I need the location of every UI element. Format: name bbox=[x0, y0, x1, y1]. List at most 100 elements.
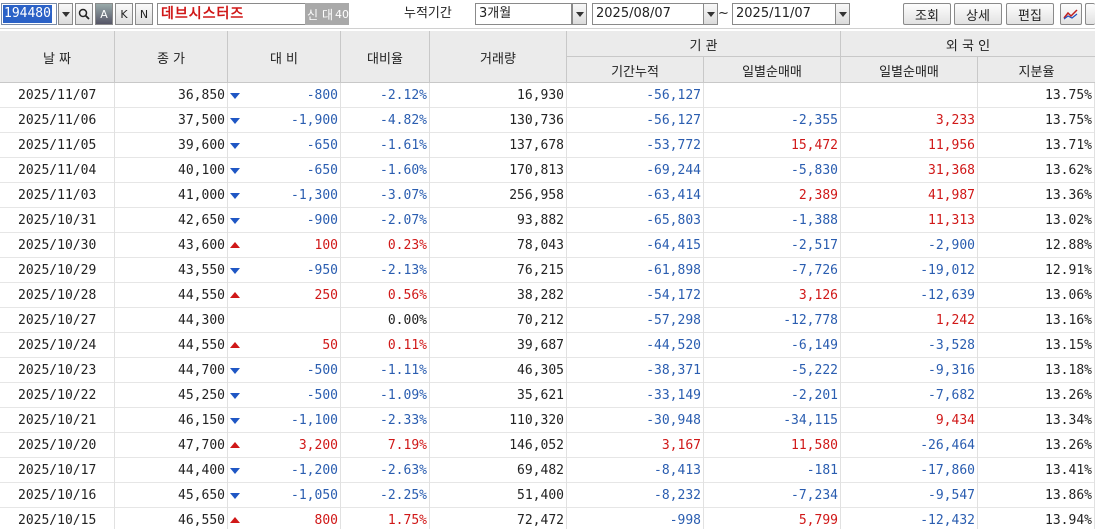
cell-close: 44,700 bbox=[115, 358, 228, 383]
cell-value: -998 bbox=[669, 513, 701, 528]
header-institution: 기 관 bbox=[567, 31, 841, 57]
cell-date: 2025/10/31 bbox=[0, 208, 115, 233]
cell-inst-cum: -64,415 bbox=[567, 233, 704, 258]
date-to-dropdown-button[interactable] bbox=[835, 3, 850, 25]
detail-button[interactable]: 상세 bbox=[954, 3, 1002, 25]
table-row[interactable]: 2025/10/27 44,300 0.00% 70,212 -57,298 -12,77… bbox=[0, 308, 1095, 333]
cell-change: 50 bbox=[228, 333, 341, 358]
header-change-rate: 대비율 bbox=[341, 31, 430, 83]
header-inst-cumulative: 기간누적 bbox=[567, 57, 704, 83]
cell-frgn-share: 13.94% bbox=[978, 508, 1095, 529]
cell-value: 13.62% bbox=[1045, 163, 1092, 178]
table-row[interactable]: 2025/10/24 44,550 50 0.11% 39,687 -44,520 -6,1… bbox=[0, 333, 1095, 358]
cell-value: -2,517 bbox=[791, 238, 838, 253]
chart-button[interactable] bbox=[1060, 3, 1082, 25]
cell-rate: 0.56% bbox=[341, 283, 430, 308]
cell-value: 13.71% bbox=[1045, 138, 1092, 153]
edit-button[interactable]: 편집 bbox=[1006, 3, 1054, 25]
cell-value: 13.94% bbox=[1045, 513, 1092, 528]
cell-inst-daily: -7,234 bbox=[704, 483, 841, 508]
cell-close: 44,300 bbox=[115, 308, 228, 333]
cell-value: -12,639 bbox=[920, 288, 975, 303]
cell-value: 69,482 bbox=[517, 463, 564, 478]
cell-inst-cum: -56,127 bbox=[567, 83, 704, 108]
table-row[interactable]: 2025/10/15 46,550 800 1.75% 72,472 -998 5,799 -… bbox=[0, 508, 1095, 529]
cell-inst-daily bbox=[704, 83, 841, 108]
date-from-dropdown-button[interactable] bbox=[703, 3, 718, 25]
table-row[interactable]: 2025/10/30 43,600 100 0.23% 78,043 -64,415 -2,… bbox=[0, 233, 1095, 258]
table-row[interactable]: 2025/10/22 45,250 -500 -1.09% 35,621 -33,149 -… bbox=[0, 383, 1095, 408]
chevron-down-icon bbox=[575, 11, 584, 17]
cell-frgn-share: 13.16% bbox=[978, 308, 1095, 333]
table-row[interactable]: 2025/10/31 42,650 -900 -2.07% 93,882 -65,803 -… bbox=[0, 208, 1095, 233]
cell-value: -1,050 bbox=[291, 488, 338, 503]
table-row[interactable]: 2025/11/06 37,500 -1,900 -4.82% 130,736 -56,1… bbox=[0, 108, 1095, 133]
header-volume: 거래량 bbox=[430, 31, 567, 83]
cell-date: 2025/11/05 bbox=[0, 133, 115, 158]
cell-volume: 130,736 bbox=[430, 108, 567, 133]
cell-value: 146,052 bbox=[509, 438, 564, 453]
table-row[interactable]: 2025/10/21 46,150 -1,100 -2.33% 110,320 -30,9… bbox=[0, 408, 1095, 433]
cell-value: -2,201 bbox=[791, 388, 838, 403]
cell-close: 46,150 bbox=[115, 408, 228, 433]
cell-change: 800 bbox=[228, 508, 341, 529]
cell-volume: 38,282 bbox=[430, 283, 567, 308]
table-row[interactable]: 2025/10/17 44,400 -1,200 -2.63% 69,482 -8,413… bbox=[0, 458, 1095, 483]
query-button[interactable]: 조회 bbox=[903, 3, 951, 25]
cell-value: 1.75% bbox=[387, 513, 427, 528]
cell-value: -54,172 bbox=[646, 288, 701, 303]
cell-value: -2.13% bbox=[380, 263, 427, 278]
cell-value: 2025/10/30 bbox=[18, 238, 97, 253]
table-row[interactable]: 2025/10/16 45,650 -1,050 -2.25% 51,400 -8,232… bbox=[0, 483, 1095, 508]
search-button[interactable] bbox=[75, 3, 93, 25]
cell-inst-daily: -7,726 bbox=[704, 258, 841, 283]
cell-change: -650 bbox=[228, 158, 341, 183]
cell-volume: 78,043 bbox=[430, 233, 567, 258]
cell-rate: -2.33% bbox=[341, 408, 430, 433]
cell-rate: -1.60% bbox=[341, 158, 430, 183]
more-button[interactable] bbox=[1085, 3, 1095, 25]
cell-value: -650 bbox=[306, 138, 338, 153]
date-from-input[interactable]: 2025/08/07 bbox=[592, 3, 704, 25]
cell-value: 44,700 bbox=[178, 363, 225, 378]
chevron-down-icon bbox=[706, 11, 715, 17]
cell-value: -5,222 bbox=[791, 363, 838, 378]
period-select[interactable]: 3개월 bbox=[475, 3, 572, 25]
cell-frgn-daily: -19,012 bbox=[841, 258, 978, 283]
period-label: 누적기간 bbox=[404, 6, 452, 21]
cell-rate: -3.07% bbox=[341, 183, 430, 208]
arrow-down-icon bbox=[230, 193, 240, 199]
cell-close: 45,650 bbox=[115, 483, 228, 508]
date-to-input[interactable]: 2025/11/07 bbox=[732, 3, 836, 25]
cell-frgn-daily: 3,233 bbox=[841, 108, 978, 133]
new-tag: 신 bbox=[305, 3, 320, 25]
cell-value: 13.06% bbox=[1045, 288, 1092, 303]
arrow-down-icon bbox=[230, 393, 240, 399]
period-dropdown-button[interactable] bbox=[572, 3, 587, 25]
cell-value: 2025/10/29 bbox=[18, 263, 97, 278]
k-button[interactable]: K bbox=[115, 3, 133, 25]
table-row[interactable]: 2025/11/05 39,600 -650 -1.61% 137,678 -53,772… bbox=[0, 133, 1095, 158]
cell-frgn-daily: 11,313 bbox=[841, 208, 978, 233]
cell-frgn-share: 13.15% bbox=[978, 333, 1095, 358]
cell-value: 44,300 bbox=[178, 313, 225, 328]
table-row[interactable]: 2025/11/03 41,000 -1,300 -3.07% 256,958 -63,4… bbox=[0, 183, 1095, 208]
table-row[interactable]: 2025/11/04 40,100 -650 -1.60% 170,813 -69,244… bbox=[0, 158, 1095, 183]
n-button[interactable]: N bbox=[135, 3, 153, 25]
cell-inst-cum: -53,772 bbox=[567, 133, 704, 158]
table-row[interactable]: 2025/10/20 47,700 3,200 7.19% 146,052 3,167 11… bbox=[0, 433, 1095, 458]
table-row[interactable]: 2025/10/29 43,550 -950 -2.13% 76,215 -61,898 -… bbox=[0, 258, 1095, 283]
stock-code-input[interactable]: 194480 bbox=[1, 3, 57, 25]
cell-value: 3,233 bbox=[935, 113, 975, 128]
cell-value: 36,850 bbox=[178, 88, 225, 103]
cell-frgn-share: 13.41% bbox=[978, 458, 1095, 483]
table-row[interactable]: 2025/11/07 36,850 -800 -2.12% 16,930 -56,127 1… bbox=[0, 83, 1095, 108]
table-row[interactable]: 2025/10/28 44,550 250 0.56% 38,282 -54,172 3,1… bbox=[0, 283, 1095, 308]
cell-date: 2025/11/07 bbox=[0, 83, 115, 108]
cell-value: -8,232 bbox=[654, 488, 701, 503]
a-button[interactable]: A bbox=[95, 3, 113, 25]
cell-value: -6,149 bbox=[791, 338, 838, 353]
stock-code-dropdown-button[interactable] bbox=[58, 3, 73, 25]
header-foreign-daily: 일별순매매 bbox=[841, 57, 978, 83]
table-row[interactable]: 2025/10/23 44,700 -500 -1.11% 46,305 -38,371 -… bbox=[0, 358, 1095, 383]
